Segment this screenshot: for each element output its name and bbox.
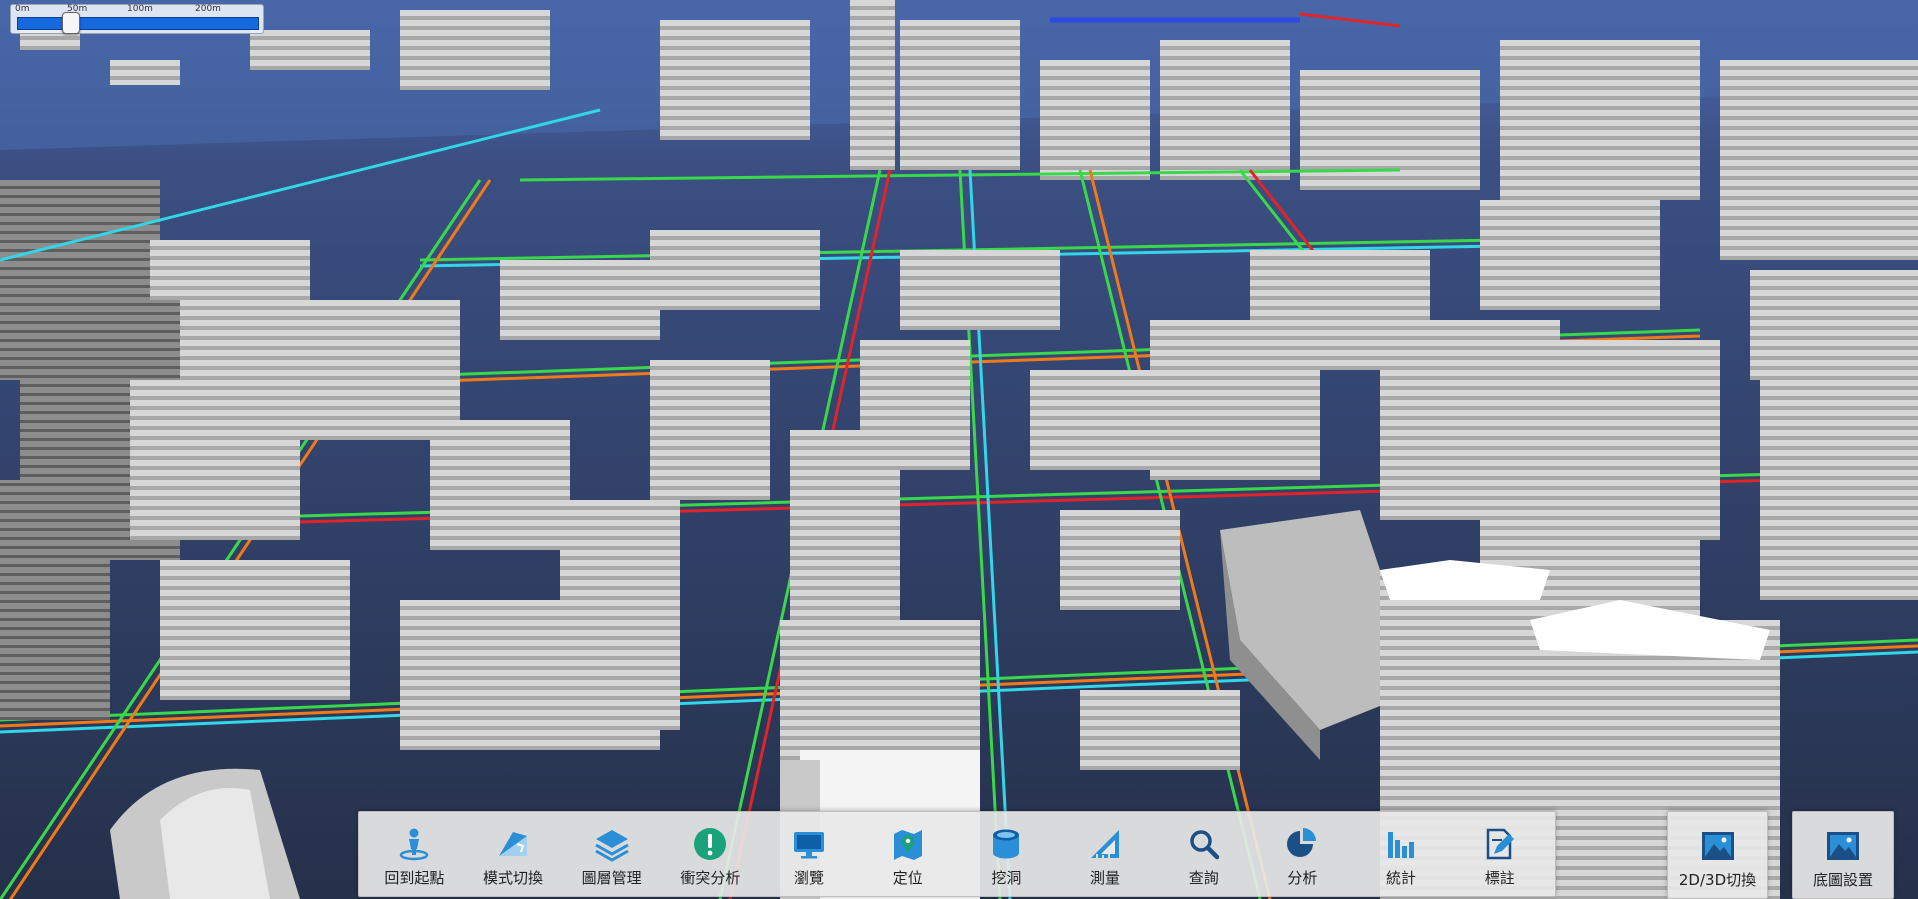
scale-tick: 0m <box>15 4 30 14</box>
city-3d-map[interactable] <box>0 0 1918 899</box>
basemap-panel: 底圖設置 <box>1792 811 1894 899</box>
scale-bar[interactable]: 0m 50m 100m 200m <box>10 4 264 34</box>
excavate-label: 挖洞 <box>991 869 1022 887</box>
conflict-analysis-button[interactable]: 衝突分析 <box>661 812 760 896</box>
ruler-icon <box>1087 826 1123 862</box>
basemap-settings-label: 底圖設置 <box>1812 871 1873 889</box>
mode-switch-icon <box>495 826 531 862</box>
scale-tick: 100m <box>127 4 153 14</box>
conflict-analysis-label: 衝突分析 <box>680 869 741 887</box>
browse-button[interactable]: 瀏覽 <box>760 812 859 896</box>
measure-button[interactable]: 測量 <box>1056 812 1155 896</box>
statistics-button[interactable]: 統計 <box>1352 812 1451 896</box>
main-toolbar: 回到起點 模式切換 圖層管理 衝突分析 瀏覽 定位 挖洞 測量 查詢 分析 統計… <box>358 811 1556 897</box>
layer-management-label: 圖層管理 <box>581 869 642 887</box>
alert-icon <box>692 826 728 862</box>
cylinder-icon <box>988 826 1024 862</box>
query-label: 查詢 <box>1188 869 1219 887</box>
scale-bar-ticks: 0m 50m 100m 200m <box>15 4 259 15</box>
bar-chart-icon <box>1383 826 1419 862</box>
search-icon <box>1186 826 1222 862</box>
scale-slider-handle[interactable] <box>61 12 80 34</box>
home-button[interactable]: 回到起點 <box>365 812 464 896</box>
statistics-label: 統計 <box>1386 869 1417 887</box>
scale-slider-track[interactable] <box>17 17 259 30</box>
mode-switch-button[interactable]: 模式切換 <box>464 812 563 896</box>
mode-2d3d-button[interactable]: 2D/3D切換 <box>1668 812 1767 898</box>
measure-label: 測量 <box>1090 869 1121 887</box>
monitor-icon <box>791 826 827 862</box>
excavate-button[interactable]: 挖洞 <box>957 812 1056 896</box>
annotate-label: 標註 <box>1484 869 1515 887</box>
home-person-icon <box>396 826 432 862</box>
scale-tick: 200m <box>195 4 221 14</box>
browse-label: 瀏覽 <box>794 869 825 887</box>
home-button-label: 回到起點 <box>384 869 445 887</box>
pie-chart-icon <box>1284 826 1320 862</box>
basemap-settings-button[interactable]: 底圖設置 <box>1793 812 1893 898</box>
mode-switch-label: 模式切換 <box>483 869 544 887</box>
analysis-button[interactable]: 分析 <box>1253 812 1352 896</box>
layer-management-button[interactable]: 圖層管理 <box>562 812 661 896</box>
mode-2d3d-panel: 2D/3D切換 <box>1667 811 1768 899</box>
landscape-image-icon <box>1700 828 1736 864</box>
locate-label: 定位 <box>892 869 923 887</box>
annotate-icon <box>1482 826 1518 862</box>
landscape-image-icon <box>1825 828 1861 864</box>
analysis-label: 分析 <box>1287 869 1318 887</box>
mode-2d3d-label: 2D/3D切換 <box>1678 871 1757 889</box>
annotate-button[interactable]: 標註 <box>1450 812 1549 896</box>
query-button[interactable]: 查詢 <box>1154 812 1253 896</box>
map-pin-icon <box>890 826 926 862</box>
locate-button[interactable]: 定位 <box>858 812 957 896</box>
layers-icon <box>594 826 630 862</box>
